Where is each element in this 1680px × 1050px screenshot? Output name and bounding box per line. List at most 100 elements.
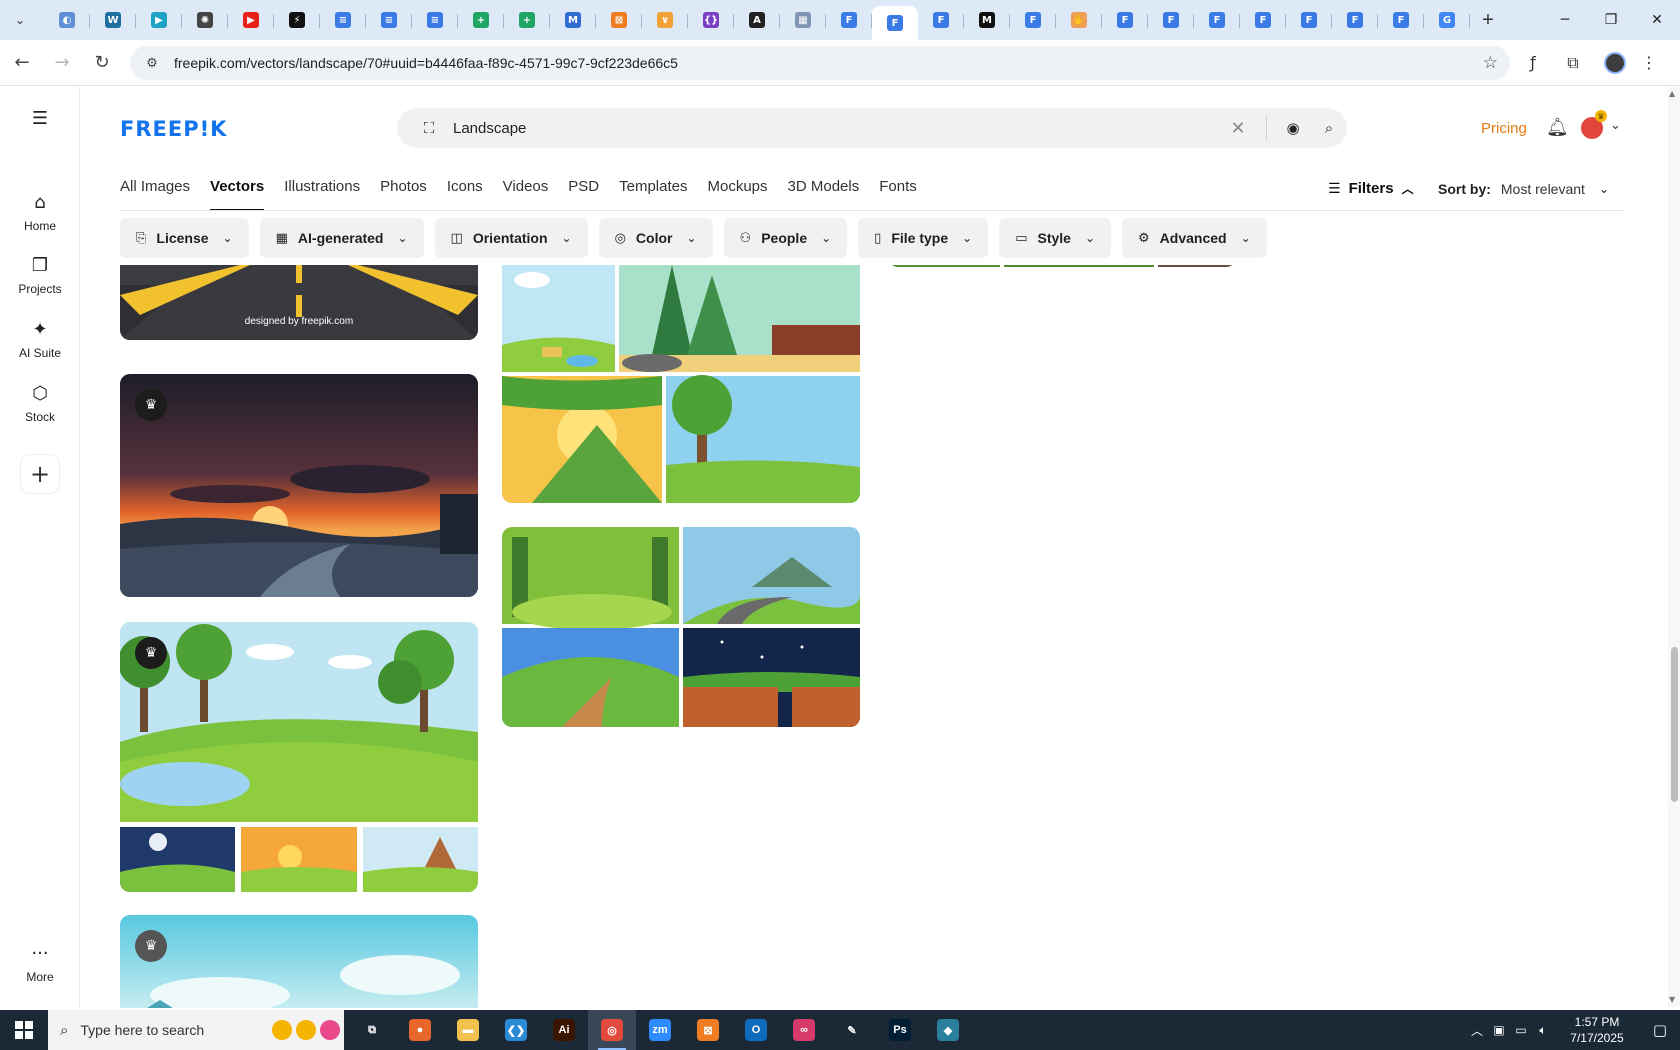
chevron-down-icon[interactable]: ⌄: [1610, 118, 1621, 133]
minimize-button[interactable]: ─: [1542, 0, 1588, 40]
browser-tab[interactable]: ◐: [44, 4, 90, 36]
filters-toggle-button[interactable]: ☰ Filters ︿: [1328, 180, 1414, 197]
filter-chip-orientation[interactable]: ◫ Orientation ⌄: [434, 218, 588, 258]
system-clock[interactable]: 1:57 PM 7/17/2025: [1554, 1014, 1640, 1046]
clear-search-icon[interactable]: ✕: [1218, 118, 1258, 139]
browser-tab[interactable]: F: [1332, 4, 1378, 36]
reload-button[interactable]: ↻: [84, 45, 120, 81]
volume-icon[interactable]: 🔈︎: [1532, 1023, 1554, 1038]
browser-tab[interactable]: F: [1240, 4, 1286, 36]
browser-tab[interactable]: ⚡: [274, 4, 320, 36]
browser-tab[interactable]: M: [550, 4, 596, 36]
forward-button[interactable]: →: [44, 45, 80, 81]
back-button[interactable]: ←: [4, 45, 40, 81]
sort-dropdown[interactable]: Sort by: Most relevant ⌄: [1438, 181, 1609, 197]
tab-psd[interactable]: PSD: [568, 178, 599, 211]
tab-3d-models[interactable]: 3D Models: [788, 178, 860, 211]
extensions-menu-button[interactable]: ⧉: [1556, 46, 1590, 80]
extension-button[interactable]: ƒ: [1516, 46, 1550, 80]
tab-videos[interactable]: Videos: [503, 178, 549, 211]
rail-add-button[interactable]: +: [20, 454, 60, 494]
browser-tab[interactable]: ≡: [320, 4, 366, 36]
filter-chip-file-type[interactable]: ▯ File type ⌄: [858, 218, 989, 258]
result-card-park[interactable]: ♛: [120, 622, 478, 892]
hamburger-menu-icon[interactable]: ☰: [32, 107, 48, 129]
user-avatar[interactable]: ♛: [1581, 110, 1607, 139]
tab-search-button[interactable]: ⌄: [8, 8, 32, 32]
browser-tab[interactable]: F: [1286, 4, 1332, 36]
browser-tab[interactable]: M: [964, 4, 1010, 36]
taskbar-app[interactable]: ⊠: [684, 1010, 732, 1050]
address-bar[interactable]: ⚙ freepik.com/vectors/landscape/70#uuid=…: [130, 45, 1510, 80]
tab-icons[interactable]: Icons: [447, 178, 483, 211]
taskbar-app[interactable]: ●: [396, 1010, 444, 1050]
tab-illustrations[interactable]: Illustrations: [284, 178, 360, 211]
browser-tab[interactable]: F: [918, 4, 964, 36]
camera-search-icon[interactable]: ◉: [1275, 119, 1311, 137]
browser-tab[interactable]: ≡: [366, 4, 412, 36]
rail-item-projects[interactable]: ❐ Projects: [0, 254, 80, 297]
taskbar-app[interactable]: ▬: [444, 1010, 492, 1050]
taskbar-app[interactable]: ◎: [588, 1010, 636, 1050]
new-tab-button[interactable]: +: [1474, 6, 1502, 34]
result-card-strip[interactable]: [888, 265, 1236, 267]
tray-chevron-icon[interactable]: ︿: [1466, 1022, 1488, 1039]
result-card-sky[interactable]: ♛: [120, 915, 478, 1008]
taskbar-app[interactable]: O: [732, 1010, 780, 1050]
filter-chip-people[interactable]: ⚇ People ⌄: [723, 218, 848, 258]
filter-chip-color[interactable]: ◎ Color ⌄: [598, 218, 713, 258]
tab-templates[interactable]: Templates: [619, 178, 687, 211]
browser-tab[interactable]: F: [1148, 4, 1194, 36]
rail-item-ai-suite[interactable]: ✦ AI Suite: [0, 318, 80, 361]
close-window-button[interactable]: ✕: [1634, 0, 1680, 40]
restore-button[interactable]: ❐: [1588, 0, 1634, 40]
filter-chip-ai-generated[interactable]: ▦ AI-generated ⌄: [259, 218, 424, 258]
browser-tab[interactable]: F: [1010, 4, 1056, 36]
search-input[interactable]: Landscape: [453, 120, 1218, 137]
browser-tab[interactable]: +: [458, 4, 504, 36]
result-card-sunset[interactable]: ♛: [120, 374, 478, 597]
taskbar-app[interactable]: Ps: [876, 1010, 924, 1050]
notification-center-icon[interactable]: ▢: [1640, 1021, 1680, 1039]
browser-tab[interactable]: F: [1194, 4, 1240, 36]
tab-vectors[interactable]: Vectors: [210, 178, 265, 211]
network-icon[interactable]: ▭: [1510, 1023, 1532, 1037]
scroll-up-arrow-icon[interactable]: ▲: [1669, 89, 1675, 98]
site-info-icon[interactable]: ⚙: [142, 53, 162, 73]
result-card-collage[interactable]: [502, 265, 860, 503]
taskbar-app[interactable]: ❮❯: [492, 1010, 540, 1050]
start-button[interactable]: [0, 1010, 48, 1050]
browser-profile-avatar[interactable]: [1604, 51, 1626, 74]
taskbar-app[interactable]: ∞: [780, 1010, 828, 1050]
taskbar-app[interactable]: zm: [636, 1010, 684, 1050]
browser-tab[interactable]: ⊠: [596, 4, 642, 36]
taskbar-app[interactable]: Ai: [540, 1010, 588, 1050]
rail-item-more[interactable]: ··· More: [0, 942, 80, 985]
browser-tab[interactable]: W: [90, 4, 136, 36]
browser-tab[interactable]: +: [504, 4, 550, 36]
browser-tab[interactable]: ✺: [182, 4, 228, 36]
scrollbar-thumb[interactable]: [1671, 647, 1678, 802]
bookmark-star-icon[interactable]: ☆: [1483, 53, 1498, 73]
browser-tab[interactable]: ▶: [228, 4, 274, 36]
result-card-road[interactable]: designed by freepik.com: [120, 265, 478, 340]
rail-item-stock[interactable]: ⬡ Stock: [0, 382, 80, 425]
scroll-down-arrow-icon[interactable]: ▼: [1669, 995, 1675, 1004]
browser-tab[interactable]: ▦: [780, 4, 826, 36]
url-text[interactable]: freepik.com/vectors/landscape/70#uuid=b4…: [174, 55, 1483, 71]
filter-chip-style[interactable]: ▭ Style ⌄: [999, 218, 1112, 258]
taskbar-search-placeholder[interactable]: Type here to search: [80, 1022, 272, 1038]
tab-fonts[interactable]: Fonts: [879, 178, 917, 211]
browser-tab[interactable]: F: [872, 6, 918, 40]
browser-tab[interactable]: ▶: [136, 4, 182, 36]
tab-all-images[interactable]: All Images: [120, 178, 190, 211]
search-icon[interactable]: ⌕: [1311, 119, 1347, 137]
browser-tab[interactable]: F: [1102, 4, 1148, 36]
rail-item-menu[interactable]: ☰: [0, 107, 80, 129]
browser-tab[interactable]: ✋: [1056, 4, 1102, 36]
browser-tab[interactable]: G: [1424, 4, 1470, 36]
tab-photos[interactable]: Photos: [380, 178, 427, 211]
search-bar[interactable]: ⛶ Landscape ✕ ◉ ⌕: [397, 108, 1347, 148]
page-scrollbar[interactable]: ▲ ▼: [1668, 87, 1680, 1007]
filter-chip-license[interactable]: ⎘ License ⌄: [120, 218, 249, 258]
